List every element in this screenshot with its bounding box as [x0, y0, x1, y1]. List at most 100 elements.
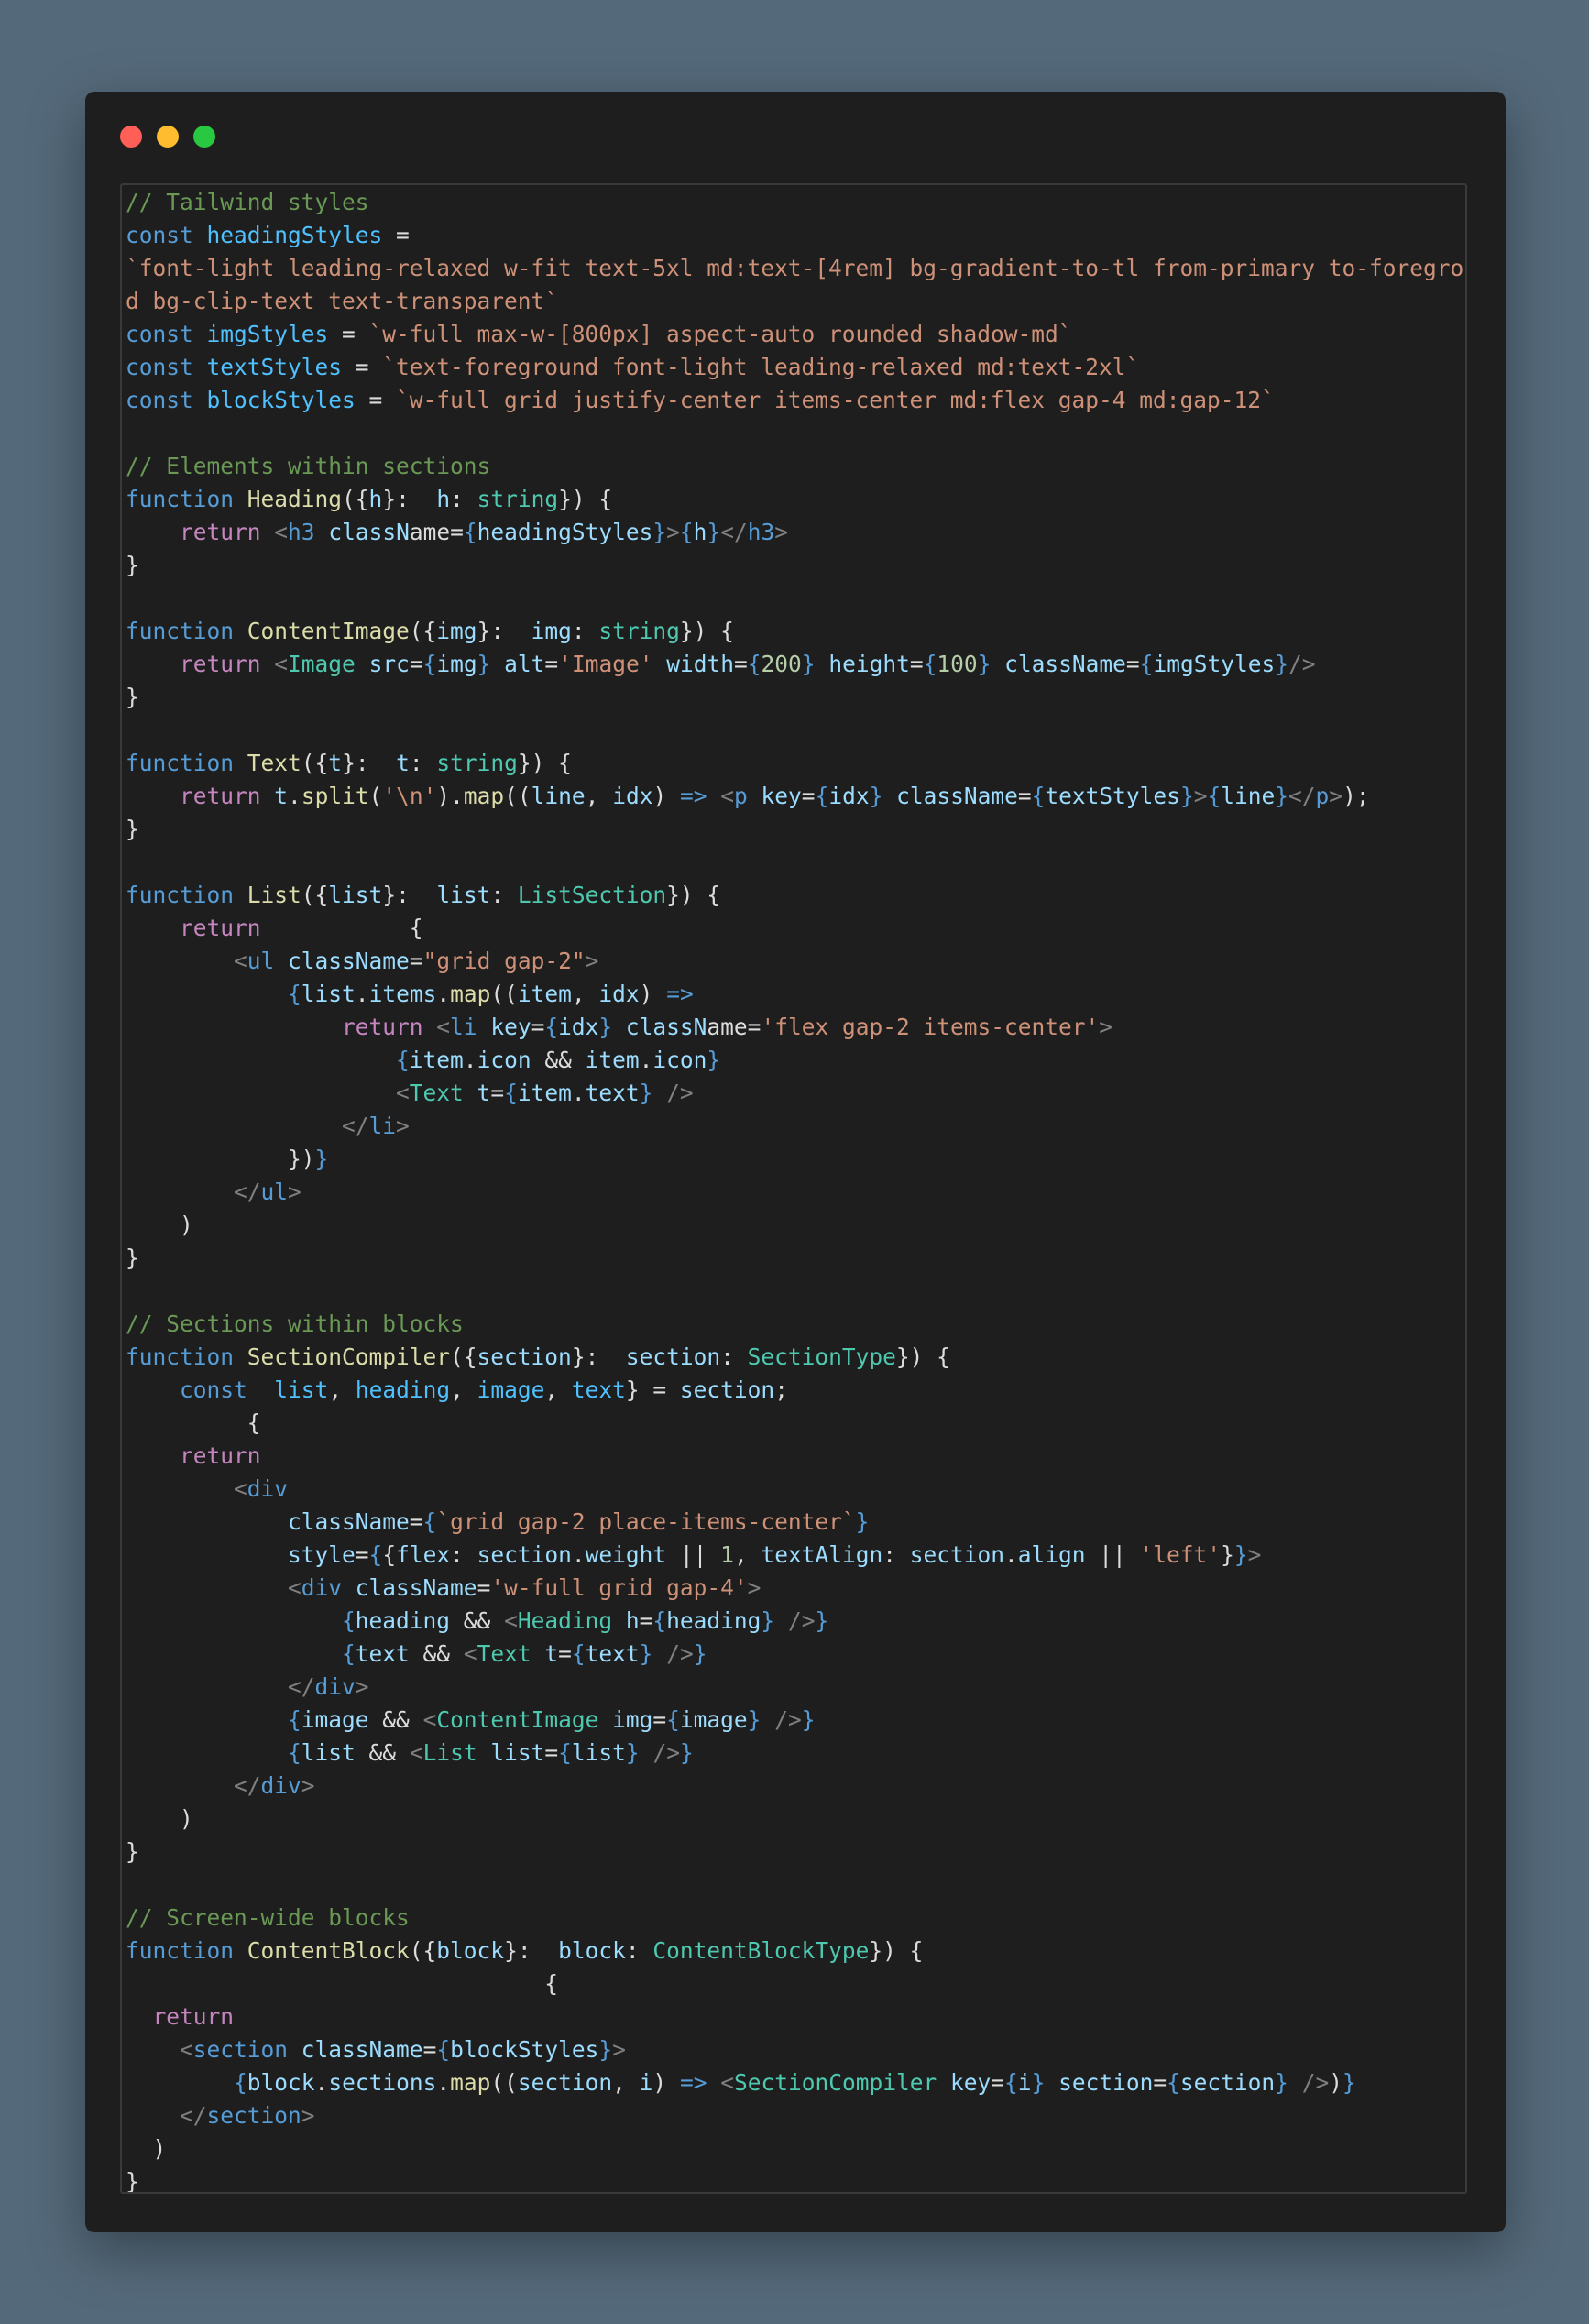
code-token: {	[504, 1080, 518, 1106]
code-token: block	[436, 1937, 505, 1964]
code-token: ContentImage	[247, 618, 410, 644]
code-token: h	[436, 486, 451, 512]
code-token: img	[531, 618, 572, 644]
code-token: {	[679, 519, 694, 545]
code-token: key	[490, 1014, 531, 1040]
code-token: const	[126, 387, 207, 413]
code-token: >	[774, 519, 788, 545]
code-line: style={{flex: section.weight || 1, textA…	[126, 1539, 1465, 1572]
code-token: }	[1031, 2069, 1046, 2096]
code-token: return	[180, 783, 275, 809]
code-token: )	[126, 1805, 193, 1832]
zoom-button[interactable]	[193, 126, 215, 148]
code-token: image	[477, 1376, 545, 1403]
code-token: i	[1017, 2069, 1032, 2096]
minimize-button[interactable]	[157, 126, 179, 148]
code-token: }	[1342, 2069, 1356, 2096]
code-token: }	[855, 1508, 870, 1535]
code-editor: // Tailwind styles const headingStyles = `…	[120, 183, 1467, 2194]
code-token: {	[422, 1508, 437, 1535]
code-token: =	[422, 2036, 437, 2063]
code-line: <Text t={item.text} />	[126, 1077, 1465, 1110]
code-token: ,	[571, 981, 599, 1007]
code-token: }	[1275, 651, 1288, 677]
code-line: const imgStyles = `w-full max-w-[800px] …	[126, 318, 1465, 351]
code-token: =	[328, 321, 369, 347]
code-token: section	[625, 1343, 721, 1370]
code-token: }:	[477, 618, 531, 644]
code-line: {list.items.map((item, idx) =>	[126, 978, 1465, 1011]
code-token: text	[585, 1640, 640, 1667]
code-token: className	[301, 2036, 423, 2063]
code-token: div	[247, 1475, 289, 1502]
code-token: className	[288, 948, 410, 974]
code-token: .	[639, 1047, 653, 1073]
code-token: string	[598, 618, 680, 644]
code-token: headingStyles	[477, 519, 653, 545]
code-token: }) {	[558, 486, 613, 512]
code-token: ,	[733, 1541, 762, 1568]
code-token: =	[531, 1014, 545, 1040]
code-token: &&	[450, 1607, 505, 1634]
code-token: >	[288, 1178, 301, 1205]
code-token: .	[463, 1047, 477, 1073]
code-token: :	[720, 1343, 748, 1370]
code-token: {	[923, 651, 937, 677]
code-token: item	[517, 981, 572, 1007]
code-token: );	[1342, 783, 1370, 809]
code-line: // Sections within blocks	[126, 1308, 1465, 1341]
code-token: function	[126, 1343, 247, 1370]
code-token: }	[625, 1739, 640, 1766]
code-token: function	[126, 750, 247, 776]
close-button[interactable]	[120, 126, 142, 148]
code-token: )	[126, 1211, 193, 1238]
code-token: >	[301, 1772, 315, 1799]
code-token: />	[1301, 2069, 1330, 2096]
code-token: =>	[679, 2069, 707, 2096]
code-token: ({	[409, 618, 437, 644]
code-line: `font-light leading-relaxed w-fit text-5…	[126, 252, 1465, 285]
code-line: </div>	[126, 1770, 1465, 1803]
code-token: }	[598, 1014, 613, 1040]
code-token: {	[1139, 651, 1154, 677]
code-token: {	[422, 651, 437, 677]
code-token: <	[234, 948, 247, 974]
code-token: h3	[747, 519, 775, 545]
code-token: section	[206, 2102, 301, 2129]
code-token: const	[126, 321, 207, 347]
code-token: list	[490, 1739, 545, 1766]
code-token: :	[571, 618, 599, 644]
code-token: // Screen-wide blocks	[126, 1904, 410, 1931]
code-token: </	[1288, 783, 1316, 809]
code-line: </div>	[126, 1671, 1465, 1704]
code-line: }	[126, 2165, 1465, 2192]
code-line: <section className={blockStyles}>	[126, 2034, 1465, 2066]
code-token: :	[450, 486, 477, 512]
code-token: =	[477, 1574, 491, 1601]
code-token: map	[463, 783, 505, 809]
code-token: Image	[288, 651, 369, 677]
code-token: p	[734, 783, 762, 809]
code-token: )	[126, 2135, 167, 2162]
code-token: </	[342, 1113, 369, 1139]
code-token: textStyles	[206, 354, 343, 380]
code-token: ((	[504, 783, 531, 809]
code-token: imgStyles	[1153, 651, 1276, 677]
code-token: ,	[328, 1376, 356, 1403]
code-line: function SectionCompiler({section}: sect…	[126, 1341, 1465, 1374]
code-token: =>	[666, 981, 694, 1007]
code-token: <	[436, 1014, 451, 1040]
code-token: `grid gap-2 place-items-center`	[436, 1508, 856, 1535]
code-token: list	[328, 882, 383, 908]
code-token: idx	[612, 783, 653, 809]
code-line: )	[126, 1803, 1465, 1836]
code-token: h	[625, 1607, 640, 1634]
code-token: )	[652, 783, 680, 809]
code-token: return	[180, 1442, 261, 1469]
